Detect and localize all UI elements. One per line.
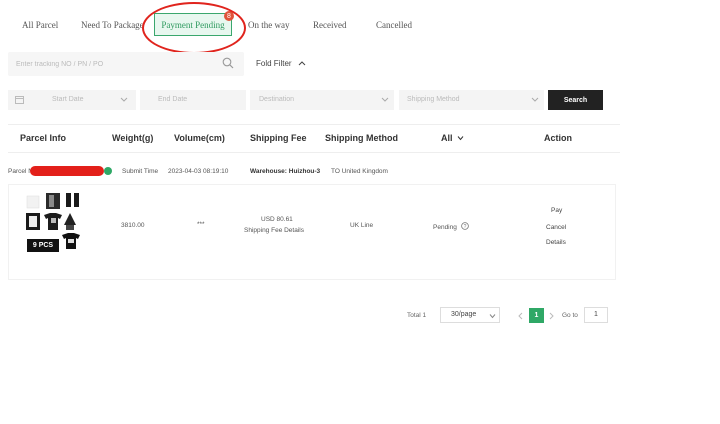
shipping-method-select[interactable]: Shipping Method xyxy=(399,90,544,110)
page-1-button[interactable]: 1 xyxy=(529,308,544,323)
status-pending: Pending ? xyxy=(433,222,469,231)
chevron-down-icon xyxy=(531,97,539,102)
goto-page-input[interactable]: 1 xyxy=(584,307,608,323)
end-date-picker[interactable]: End Date xyxy=(140,90,246,110)
total-count: Total 1 xyxy=(407,312,427,319)
header-weight: Weight(g) xyxy=(112,133,154,143)
chevron-down-icon xyxy=(489,314,496,319)
details-button[interactable]: Details xyxy=(546,239,566,246)
shipping-method-value: UK Line xyxy=(350,222,374,229)
destination-select[interactable]: Destination xyxy=(250,90,394,110)
prev-page-icon[interactable] xyxy=(517,312,523,320)
status-filter-dropdown[interactable]: All xyxy=(441,133,464,143)
search-button[interactable]: Search xyxy=(548,90,603,110)
header-parcel-info: Parcel Info xyxy=(20,133,67,143)
start-date-placeholder: Start Date xyxy=(52,96,84,103)
tab-need-to-package[interactable]: Need To Package xyxy=(81,20,144,30)
header-shipping-method: Shipping Method xyxy=(325,133,398,143)
header-shipping-fee: Shipping Fee xyxy=(250,133,307,143)
destination-placeholder: Destination xyxy=(259,96,295,103)
parcel-volume: *** xyxy=(197,221,205,228)
goto-label: Go to xyxy=(562,312,578,319)
submit-time-value: 2023-04-03 08:19:10 xyxy=(168,168,229,175)
shipping-fee-amount: USD 80.61 xyxy=(261,216,293,223)
search-icon[interactable] xyxy=(222,57,234,69)
header-volume: Volume(cm) xyxy=(174,133,225,143)
cancel-button[interactable]: Cancel xyxy=(546,224,566,231)
chevron-down-icon xyxy=(457,136,464,141)
tab-received[interactable]: Received xyxy=(313,20,346,30)
shipping-method-placeholder: Shipping Method xyxy=(407,96,460,103)
search-input[interactable] xyxy=(8,52,218,76)
fold-filter-label: Fold Filter xyxy=(256,59,292,68)
shipping-fee-details-link[interactable]: Shipping Fee Details xyxy=(244,227,304,234)
calendar-icon xyxy=(15,96,24,104)
warehouse-destination: TO United Kingdom xyxy=(331,168,388,175)
status-label: Pending xyxy=(433,224,457,231)
header-action: Action xyxy=(544,133,572,143)
fold-filter-toggle[interactable]: Fold Filter xyxy=(256,59,306,68)
tab-on-the-way[interactable]: On the way xyxy=(248,20,290,30)
warehouse-label: Warehouse: Huizhou-3 xyxy=(250,168,321,175)
help-icon[interactable]: ? xyxy=(460,222,469,230)
svg-text:?: ? xyxy=(463,224,466,230)
status-filter-label: All xyxy=(441,133,453,143)
end-date-placeholder: End Date xyxy=(158,96,188,103)
pay-button[interactable]: Pay xyxy=(551,207,562,214)
start-date-picker[interactable]: Start Date xyxy=(8,90,136,110)
tab-cancelled[interactable]: Cancelled xyxy=(376,20,412,30)
chevron-down-icon xyxy=(120,97,128,102)
chevron-down-icon xyxy=(381,97,389,102)
divider xyxy=(8,124,620,125)
divider xyxy=(8,152,620,153)
page-size-select[interactable]: 30/page xyxy=(440,307,500,323)
copy-icon[interactable] xyxy=(104,167,112,175)
tab-payment-pending[interactable]: Payment Pending xyxy=(154,13,232,36)
chevron-up-icon xyxy=(298,61,306,66)
search-box xyxy=(8,52,244,76)
redacted-parcel-number xyxy=(30,166,104,176)
parcel-card xyxy=(8,184,616,280)
submit-time-label: Submit Time xyxy=(122,168,159,175)
pieces-badge: 9 PCS xyxy=(27,239,59,252)
page-size-value: 30/page xyxy=(451,311,477,318)
pending-count-badge: 8 xyxy=(224,11,234,21)
tab-all-parcel[interactable]: All Parcel xyxy=(22,20,58,30)
next-page-icon[interactable] xyxy=(549,312,555,320)
parcel-weight: 3810.00 xyxy=(121,222,145,229)
tab-payment-pending-label: Payment Pending xyxy=(161,19,225,30)
